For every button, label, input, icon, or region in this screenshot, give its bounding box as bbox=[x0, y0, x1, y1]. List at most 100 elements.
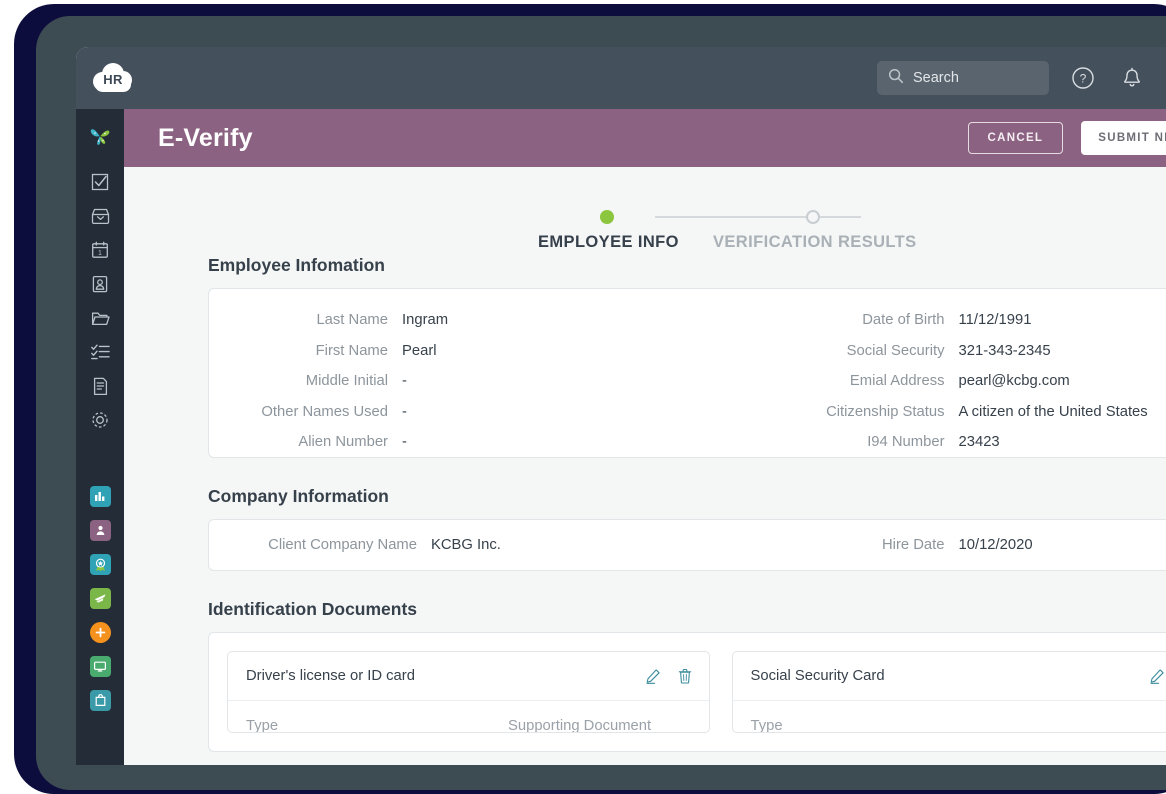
field-middle-initial: Middle Initial - bbox=[209, 373, 721, 389]
sidebar-item-directory[interactable] bbox=[76, 267, 124, 301]
sidebar-item-files[interactable] bbox=[76, 301, 124, 335]
field-email-address: Emial Address pearl@kcbg.com bbox=[721, 373, 1166, 389]
left-sidebar: 1 bbox=[76, 109, 124, 765]
field-label: Last Name bbox=[209, 312, 402, 328]
document-card-social-security: Social Security Card bbox=[732, 651, 1166, 733]
search-placeholder-text: Search bbox=[913, 70, 959, 86]
field-value: Pearl bbox=[402, 343, 437, 359]
search-icon bbox=[888, 68, 904, 89]
document-card-body: Type Supporting Document bbox=[228, 701, 709, 733]
company-section-title: Company Information bbox=[208, 486, 1166, 507]
document-title: Social Security Card bbox=[751, 668, 1134, 684]
header-actions: CANCEL SUBMIT NEW CASE bbox=[968, 109, 1166, 167]
inbox-tray-icon bbox=[90, 206, 111, 227]
sidebar-app-list bbox=[76, 479, 124, 717]
sidebar-item-documents[interactable] bbox=[76, 369, 124, 403]
logo-label: HR bbox=[93, 63, 133, 93]
pencil-icon[interactable] bbox=[1149, 668, 1165, 684]
field-value: A citizen of the United States bbox=[959, 404, 1148, 420]
step-label-verification-results[interactable]: VERIFICATION RESULTS bbox=[713, 233, 917, 252]
contact-card-icon bbox=[90, 274, 110, 294]
field-label: Social Security bbox=[721, 343, 959, 359]
field-label: Date of Birth bbox=[721, 312, 959, 328]
document-title: Driver's license or ID card bbox=[246, 668, 629, 684]
monitor-app-icon bbox=[90, 656, 111, 677]
pencil-icon[interactable] bbox=[645, 668, 661, 684]
field-row: Client Company Name KCBG Inc. Hire Date … bbox=[209, 530, 1166, 561]
gear-icon bbox=[89, 409, 111, 431]
field-label: Emial Address bbox=[721, 373, 959, 389]
employee-section-title: Employee Infomation bbox=[208, 255, 1166, 276]
progress-stepper: EMPLOYEE INFO VERIFICATION RESULTS bbox=[124, 167, 1166, 255]
document-type-label: Type bbox=[751, 718, 1013, 733]
sidebar-app-marketplace[interactable] bbox=[76, 683, 124, 717]
field-row: Other Names Used - Citizenship Status A … bbox=[209, 397, 1166, 428]
field-value: - bbox=[402, 373, 407, 389]
checklist-icon bbox=[90, 342, 111, 362]
submit-new-case-button[interactable]: SUBMIT NEW CASE bbox=[1081, 121, 1166, 155]
field-label: Hire Date bbox=[721, 537, 959, 553]
field-label: First Name bbox=[209, 343, 402, 359]
field-alien-number: Alien Number - bbox=[209, 434, 721, 450]
sidebar-app-people[interactable] bbox=[76, 513, 124, 547]
page-title: E-Verify bbox=[158, 124, 253, 153]
step-dot-verification-results[interactable] bbox=[806, 210, 820, 224]
field-date-of-birth: Date of Birth 11/12/1991 bbox=[721, 312, 1166, 328]
main-content: EMPLOYEE INFO VERIFICATION RESULTS Emplo… bbox=[124, 167, 1166, 765]
butterfly-logo-icon[interactable] bbox=[76, 119, 124, 153]
sidebar-app-add[interactable] bbox=[76, 615, 124, 649]
page-header: E-Verify CANCEL SUBMIT NEW CASE bbox=[124, 109, 1166, 167]
bar-chart-app-icon bbox=[90, 486, 111, 507]
cancel-button[interactable]: CANCEL bbox=[968, 122, 1064, 154]
documents-section-title: Identification Documents bbox=[208, 599, 1166, 620]
company-information-card: Client Company Name KCBG Inc. Hire Date … bbox=[208, 519, 1166, 571]
field-label: Client Company Name bbox=[209, 537, 431, 553]
cloud-icon[interactable]: HR bbox=[93, 63, 133, 93]
document-type-value: Supporting Document bbox=[508, 718, 651, 733]
search-input[interactable]: Search bbox=[877, 61, 1049, 95]
step-label-employee-info[interactable]: EMPLOYEE INFO bbox=[538, 233, 679, 252]
trash-icon[interactable] bbox=[677, 668, 693, 684]
sidebar-app-time-off[interactable] bbox=[76, 581, 124, 615]
app-screen: HR Search bbox=[76, 47, 1166, 765]
identification-documents-card: Driver's license or ID card bbox=[208, 632, 1166, 752]
svg-text:?: ? bbox=[1080, 72, 1087, 86]
field-value: pearl@kcbg.com bbox=[959, 373, 1070, 389]
sidebar-item-checklists[interactable] bbox=[76, 335, 124, 369]
document-icon bbox=[91, 376, 110, 397]
field-value: 10/12/2020 bbox=[959, 537, 1033, 553]
sidebar-item-tasks[interactable] bbox=[76, 165, 124, 199]
step-dot-employee-info[interactable] bbox=[600, 210, 614, 224]
person-badge-app-icon bbox=[90, 520, 111, 541]
device-bezel: HR Search bbox=[14, 4, 1166, 794]
field-value: - bbox=[402, 434, 407, 450]
document-type-label: Type bbox=[246, 718, 508, 733]
field-value: 11/12/1991 bbox=[959, 312, 1032, 328]
sidebar-item-settings[interactable] bbox=[76, 403, 124, 437]
field-value: Ingram bbox=[402, 312, 448, 328]
document-card-body: Type bbox=[733, 701, 1166, 733]
sidebar-app-benefits[interactable] bbox=[76, 547, 124, 581]
field-label: I94 Number bbox=[721, 434, 959, 450]
help-circle-icon[interactable]: ? bbox=[1071, 66, 1095, 90]
field-label: Alien Number bbox=[209, 434, 402, 450]
document-card-header: Driver's license or ID card bbox=[228, 652, 709, 701]
sidebar-item-inbox[interactable] bbox=[76, 199, 124, 233]
plus-circle-app-icon bbox=[90, 622, 111, 643]
shopping-bag-app-icon bbox=[90, 690, 111, 711]
document-card-drivers-license: Driver's license or ID card bbox=[227, 651, 710, 733]
award-ribbon-app-icon bbox=[90, 554, 111, 575]
sidebar-app-reports[interactable] bbox=[76, 479, 124, 513]
sidebar-app-training[interactable] bbox=[76, 649, 124, 683]
document-card-header: Social Security Card bbox=[733, 652, 1166, 701]
field-hire-date: Hire Date 10/12/2020 bbox=[721, 537, 1166, 553]
checkbox-checked-icon bbox=[90, 172, 110, 192]
field-row: Alien Number - I94 Number 23423 bbox=[209, 427, 1166, 458]
calendar-icon: 1 bbox=[90, 240, 110, 260]
svg-text:1: 1 bbox=[98, 250, 102, 257]
folder-icon bbox=[90, 308, 111, 329]
bell-icon[interactable] bbox=[1121, 67, 1143, 90]
sidebar-item-calendar[interactable]: 1 bbox=[76, 233, 124, 267]
field-label: Other Names Used bbox=[209, 404, 402, 420]
field-citizenship-status: Citizenship Status A citizen of the Unit… bbox=[721, 404, 1166, 420]
